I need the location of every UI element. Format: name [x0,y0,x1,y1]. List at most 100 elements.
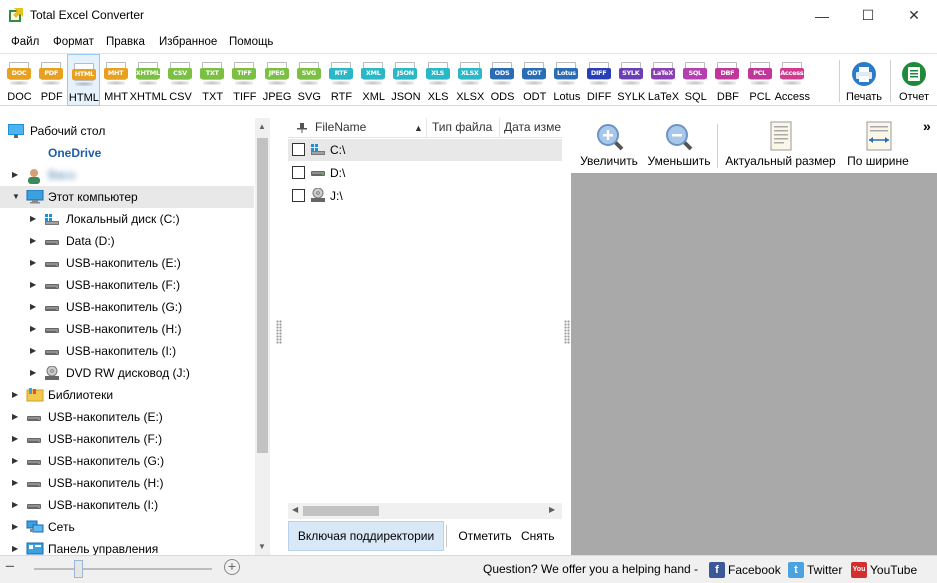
column-divider[interactable] [426,118,427,138]
youtube-link[interactable]: You YouTube [851,562,917,578]
tree-item[interactable]: ▶ Локальный диск (C:) [0,208,254,230]
tree-item[interactable]: Рабочий стол [0,120,254,142]
minimize-button[interactable]: — [799,0,845,31]
menu-help[interactable]: Помощь [229,36,273,48]
lotus-format-icon: Lotus [554,62,579,88]
expand-right-icon[interactable]: ▶ [30,347,38,355]
maximize-button[interactable]: ☐ [845,0,891,31]
menu-favorites[interactable]: Избранное [159,36,217,48]
fit-width-button[interactable]: По ширине [843,118,913,173]
report-button[interactable]: Отчет [897,54,931,106]
zoom-minus-icon[interactable]: − [5,557,15,577]
facebook-icon: f [709,562,725,578]
file-row[interactable]: C:\ [288,139,562,161]
tree-item[interactable]: ▶ USB-накопитель (H:) [0,318,254,340]
tree-item[interactable]: ▶ USB-накопитель (G:) [0,450,254,472]
tree-scroll-thumb[interactable] [257,138,268,453]
file-list-header: FileName ▲ Тип файла Дата изме [288,118,562,138]
menu-edit[interactable]: Правка [106,36,145,48]
expand-right-icon[interactable]: ▶ [30,259,38,267]
tree-item[interactable]: ▶ Библиотеки [0,384,254,406]
dvd-icon [44,365,60,380]
xlsx-format-icon: XLSX [457,62,482,88]
expand-right-icon[interactable]: ▶ [12,457,20,465]
row-checkbox[interactable] [292,189,305,202]
actual-size-label: Актуальный размер [725,154,836,168]
expand-right-icon[interactable]: ▶ [12,523,20,531]
tree-item[interactable]: ▶ USB-накопитель (G:) [0,296,254,318]
check-button[interactable]: Отметить [450,521,520,551]
format-button-pdf[interactable]: PDF PDF [35,54,68,106]
expand-right-icon[interactable]: ▶ [12,545,20,553]
expand-down-icon[interactable]: ▼ [12,193,20,201]
format-button-access[interactable]: Access Access [775,54,810,106]
expand-right-icon[interactable]: ▶ [12,391,20,399]
column-filetype[interactable]: Тип файла [432,120,492,134]
tree-item[interactable]: ▶ Data (D:) [0,230,254,252]
expand-right-icon[interactable]: ▶ [30,237,38,245]
tree-item[interactable]: ▶ USB-накопитель (F:) [0,428,254,450]
splitter-grip-left[interactable] [276,320,282,344]
drive-icon [310,165,326,182]
expand-right-icon[interactable]: ▶ [30,281,38,289]
expand-right-icon[interactable]: ▶ [30,325,38,333]
file-list-hscroll-thumb[interactable] [303,506,379,516]
file-row[interactable]: D:\ [288,162,562,184]
tree-item[interactable]: ▶ USB-накопитель (I:) [0,340,254,362]
scroll-right-icon[interactable]: ▶ [549,505,555,514]
expand-right-icon[interactable]: ▶ [12,171,20,179]
zoom-in-button[interactable]: Увеличить [575,118,643,173]
expand-right-icon[interactable]: ▶ [30,215,38,223]
facebook-link[interactable]: f Facebook [709,562,781,578]
tree-item[interactable]: ▶ USB-накопитель (E:) [0,406,254,428]
ods-format-icon: ODS [490,62,514,88]
column-divider[interactable] [499,118,500,138]
tree-item[interactable]: ▼ Этот компьютер [0,186,254,208]
expand-right-icon[interactable]: ▶ [12,501,20,509]
tree-item[interactable]: ▶ USB-накопитель (I:) [0,494,254,516]
tree-item[interactable]: ▶ Васо [0,164,254,186]
report-label: Отчет [898,91,930,103]
uncheck-button[interactable]: Снять [521,521,562,551]
tree-item[interactable]: OneDrive [0,142,254,164]
twitter-link[interactable]: t Twitter [788,562,842,578]
tree-item[interactable]: ▶ Сеть [0,516,254,538]
tree-item[interactable]: ▶ DVD RW дисковод (J:) [0,362,254,384]
more-chevron-icon[interactable]: » [923,118,931,134]
print-button[interactable]: Печать [845,54,883,106]
twitter-icon: t [788,562,804,578]
row-checkbox[interactable] [292,143,305,156]
menu-file[interactable]: Файл [11,36,39,48]
row-checkbox[interactable] [292,166,305,179]
expand-right-icon[interactable]: ▶ [30,303,38,311]
zoom-plus-icon[interactable]: + [224,559,240,575]
diff-format-icon: DIFF [586,62,611,88]
scroll-left-icon[interactable]: ◀ [292,505,298,514]
drive-icon [26,454,42,468]
tree-item-label: OneDrive [48,146,102,160]
include-subdirs-button[interactable]: Включая поддиректории [288,521,444,551]
actual-size-button[interactable]: Актуальный размер [724,118,837,173]
zoom-slider-thumb[interactable] [74,560,83,578]
file-row[interactable]: J:\ [288,185,562,207]
expand-right-icon[interactable]: ▶ [12,435,20,443]
menu-format[interactable]: Формат [53,36,94,48]
scroll-up-icon[interactable]: ▲ [258,122,266,131]
zoom-slider-track[interactable] [34,568,212,570]
expand-right-icon[interactable]: ▶ [30,369,38,377]
expand-right-icon[interactable]: ▶ [12,479,20,487]
expand-right-icon[interactable]: ▶ [12,413,20,421]
tree-item[interactable]: ▶ USB-накопитель (H:) [0,472,254,494]
tree-item[interactable]: ▶ Панель управления [0,538,254,555]
tree-item[interactable]: ▶ USB-накопитель (E:) [0,252,254,274]
column-filename[interactable]: FileName [315,120,366,134]
splitter-grip-right[interactable] [564,320,570,344]
tree-item[interactable]: ▶ USB-накопитель (F:) [0,274,254,296]
latex-format-icon: LaTeX [651,62,675,88]
close-button[interactable]: ✕ [891,0,937,31]
zoom-out-button[interactable]: Уменьшить [644,118,714,173]
scroll-down-icon[interactable]: ▼ [258,542,266,551]
windows-drive-icon [44,212,60,226]
folder-tree[interactable]: Рабочий стол OneDrive ▶ Васо ▼ Этот компьютер… [0,118,270,555]
column-date[interactable]: Дата изме [504,120,561,134]
